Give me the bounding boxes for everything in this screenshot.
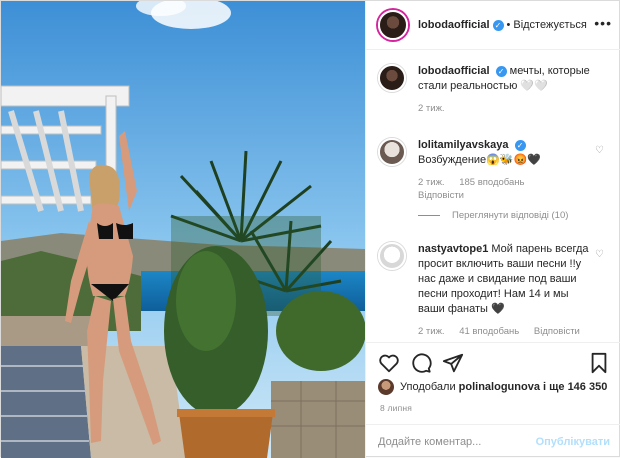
comment-text: Возбуждение😱🐝😡🖤 bbox=[418, 154, 541, 166]
verified-badge-icon: ✓ bbox=[495, 65, 507, 77]
caption-time[interactable]: 2 тиж. bbox=[418, 103, 445, 114]
comment-input[interactable] bbox=[378, 435, 536, 448]
comment-avatar[interactable] bbox=[378, 242, 406, 270]
liker-avatar[interactable] bbox=[378, 379, 394, 395]
likes-count[interactable]: і ще 146 350 bbox=[543, 381, 607, 393]
comment-time[interactable]: 2 тиж. bbox=[418, 177, 445, 188]
verified-badge-icon: ✓ bbox=[514, 139, 526, 151]
separator-dot: • bbox=[506, 19, 511, 31]
action-bar bbox=[366, 342, 620, 382]
post-sidebar: lobodaofficial ✓ • Відстежується ••• lob… bbox=[365, 1, 620, 458]
liker-username[interactable]: polinalogunova bbox=[459, 381, 540, 393]
add-comment-bar: Опублікувати bbox=[366, 424, 620, 458]
more-options-icon[interactable]: ••• bbox=[594, 15, 612, 31]
post-photo[interactable] bbox=[1, 1, 365, 458]
beach-villa-photo bbox=[1, 1, 365, 458]
author-username[interactable]: lobodaofficial bbox=[418, 19, 490, 31]
comment-item: lolitamilyavskaya ✓ Возбуждение😱🐝😡🖤 2 ти… bbox=[378, 138, 596, 202]
verified-badge-icon: ✓ bbox=[492, 19, 504, 31]
comment-avatar[interactable] bbox=[378, 138, 406, 166]
comment-username[interactable]: nastyavtope1 bbox=[418, 243, 488, 255]
caption: lobodaofficial ✓ мечты, которые стали ре… bbox=[378, 64, 596, 115]
heart-icon[interactable] bbox=[378, 352, 400, 374]
caption-avatar[interactable] bbox=[378, 64, 406, 92]
post-header: lobodaofficial ✓ • Відстежується ••• bbox=[366, 1, 620, 50]
comment-username[interactable]: lolitamilyavskaya bbox=[418, 139, 509, 151]
view-replies[interactable]: Переглянути відповіді (10) bbox=[418, 210, 568, 221]
author-avatar[interactable] bbox=[378, 10, 408, 40]
view-replies-label[interactable]: Переглянути відповіді (10) bbox=[452, 210, 568, 221]
publish-button[interactable]: Опублікувати bbox=[536, 436, 610, 448]
share-icon[interactable] bbox=[442, 352, 464, 374]
comments-list[interactable]: lobodaofficial ✓ мечты, которые стали ре… bbox=[366, 50, 620, 342]
comment-meta: 2 тиж. 41 вподобань Відповісти bbox=[418, 325, 596, 338]
caption-username[interactable]: lobodaofficial bbox=[418, 65, 490, 77]
following-button[interactable]: Відстежується bbox=[513, 19, 586, 31]
comment-item: nastyavtope1 Мой парень всегда просит вк… bbox=[378, 242, 596, 338]
reply-button[interactable]: Відповісти bbox=[418, 189, 596, 202]
likes-summary: Уподобали polinalogunova і ще 146 350 bbox=[378, 379, 607, 395]
post-date[interactable]: 8 липня bbox=[380, 403, 412, 413]
comment-likes[interactable]: 41 вподобань bbox=[459, 326, 519, 337]
replies-divider bbox=[418, 215, 440, 216]
likes-prefix: Уподобали bbox=[400, 381, 456, 393]
comment-like-heart-icon[interactable]: ♡ bbox=[595, 145, 604, 156]
comment-time[interactable]: 2 тиж. bbox=[418, 326, 445, 337]
bookmark-icon[interactable] bbox=[588, 352, 610, 374]
comment-icon[interactable] bbox=[410, 352, 432, 374]
comment-meta: 2 тиж. 185 вподобань Відповісти bbox=[418, 176, 596, 202]
comment-like-heart-icon[interactable]: ♡ bbox=[595, 249, 604, 260]
caption-meta: 2 тиж. bbox=[418, 102, 596, 115]
reply-button[interactable]: Відповісти bbox=[534, 326, 580, 337]
comment-likes[interactable]: 185 вподобань bbox=[459, 177, 524, 188]
instagram-post: lobodaofficial ✓ • Відстежується ••• lob… bbox=[0, 0, 620, 458]
